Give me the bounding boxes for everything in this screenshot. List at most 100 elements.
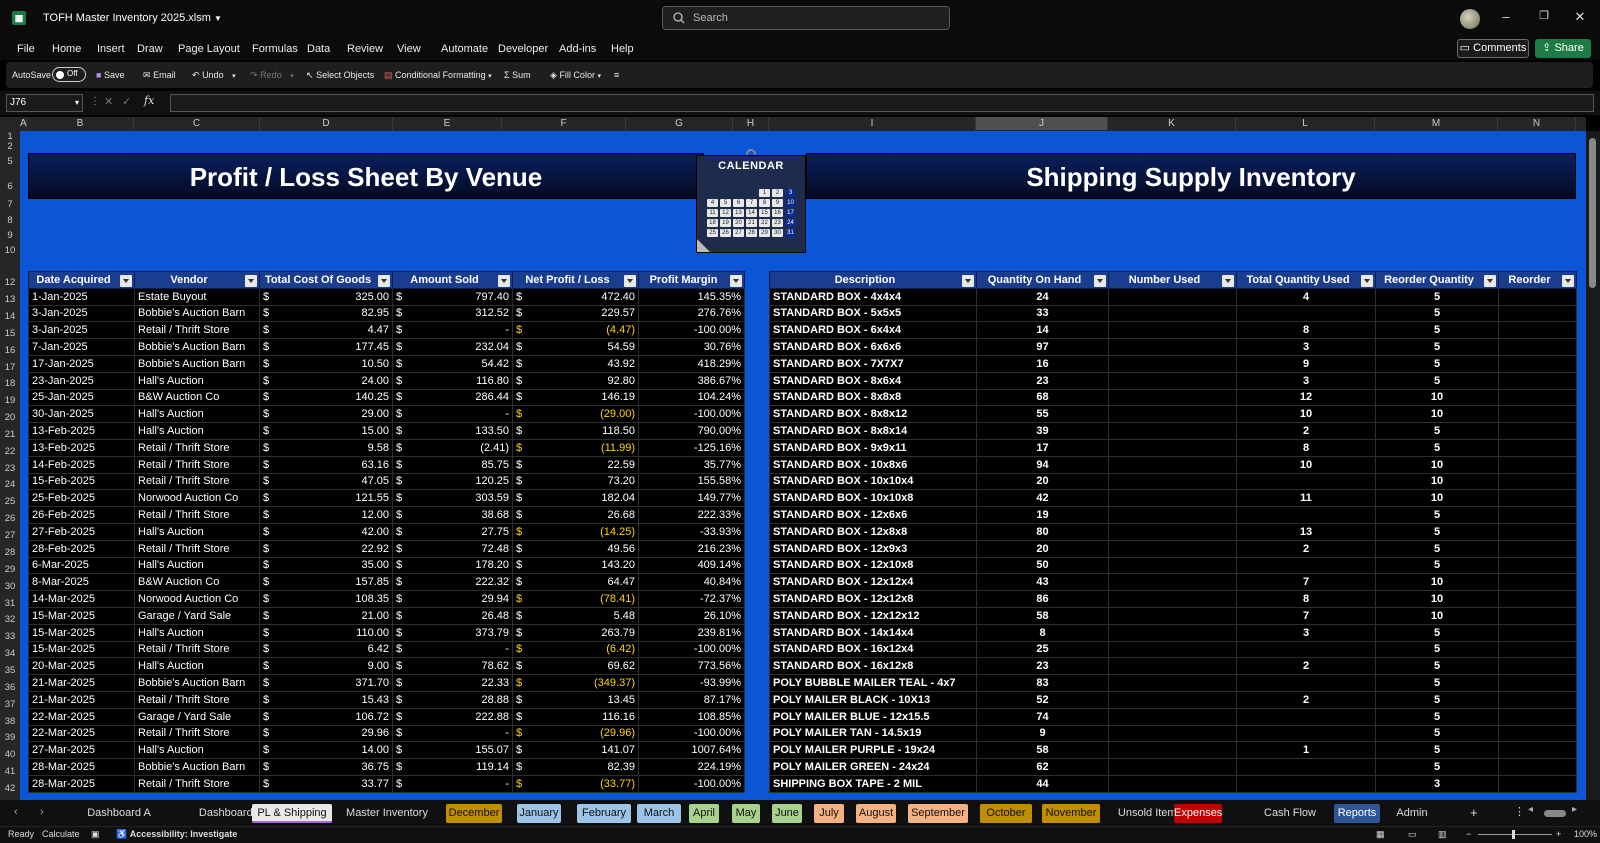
restore-button[interactable]: ❐ <box>1534 9 1554 27</box>
inv-cell[interactable]: 5 <box>1375 321 1499 340</box>
inv-cell[interactable] <box>1108 674 1237 692</box>
conditional-formatting-button[interactable]: ▤ Conditional Formatting ▾ <box>384 70 492 81</box>
inv-cell[interactable] <box>1498 573 1577 592</box>
pl-cell[interactable]: $29.94 <box>392 590 513 608</box>
inv-cell[interactable]: 5 <box>1375 707 1499 726</box>
pl-cell[interactable]: -100.00% <box>638 724 745 743</box>
pl-cell[interactable]: $263.79 <box>512 623 639 642</box>
inv-cell[interactable] <box>1498 405 1577 424</box>
inv-cell[interactable]: 10 <box>1375 573 1499 592</box>
scroll-left-icon[interactable]: ◂ <box>1528 804 1533 815</box>
pl-cell[interactable]: $5.48 <box>512 606 639 625</box>
save-button[interactable]: ■ Save <box>96 70 124 80</box>
pl-cell[interactable]: $64.47 <box>512 573 639 592</box>
pl-cell[interactable]: $472.40 <box>512 287 639 306</box>
pl-cell[interactable]: $9.00 <box>259 657 393 676</box>
row-header-31[interactable]: 31 <box>0 595 20 612</box>
inv-cell[interactable] <box>1236 640 1376 659</box>
pl-cell[interactable]: 1007.64% <box>638 741 745 760</box>
inv-cell[interactable]: STANDARD BOX - 12x10x8 <box>769 556 977 575</box>
inv-cell[interactable]: 10 <box>1375 405 1499 424</box>
pl-cell[interactable]: Hall's Auction <box>134 556 260 575</box>
inv-cell[interactable] <box>1108 455 1237 474</box>
pl-cell[interactable]: $ - <box>392 640 513 659</box>
column-header-l[interactable]: L <box>1236 117 1375 130</box>
pl-cell[interactable]: 21-Mar-2025 <box>28 674 135 692</box>
inv-cell[interactable] <box>1498 657 1577 676</box>
pl-cell[interactable]: 27-Feb-2025 <box>28 522 135 541</box>
calendar-button[interactable]: CALENDAR 1 2 3 4 5 6 7 8 9 10 11 12 13 14 15 16 17 18 19 20… <box>696 155 806 253</box>
inv-cell[interactable]: STANDARD BOX - 14x14x4 <box>769 623 977 642</box>
pl-cell[interactable]: 23-Jan-2025 <box>28 371 135 390</box>
pl-cell[interactable]: $4.47 <box>259 321 393 340</box>
pl-cell[interactable]: Retail / Thrift Store <box>134 438 260 457</box>
inv-cell[interactable]: 2 <box>1236 422 1376 440</box>
pl-cell[interactable]: $13.45 <box>512 690 639 709</box>
inv-cell[interactable]: 5 <box>1375 758 1499 776</box>
pl-cell[interactable]: $49.56 <box>512 539 639 558</box>
pl-cell[interactable]: $106.72 <box>259 707 393 726</box>
inv-cell[interactable] <box>1236 674 1376 692</box>
pl-cell[interactable]: $24.00 <box>259 371 393 390</box>
inv-cell[interactable] <box>1498 472 1577 491</box>
menu-file[interactable]: File <box>17 43 35 55</box>
pl-cell[interactable]: 30.76% <box>638 338 745 356</box>
zoom-slider[interactable] <box>1478 834 1552 835</box>
pl-cell[interactable]: Hall's Auction <box>134 422 260 440</box>
pl-cell[interactable]: $177.45 <box>259 338 393 356</box>
inv-cell[interactable]: 23 <box>976 371 1109 390</box>
filter-dropdown-icon[interactable] <box>498 275 510 287</box>
autosave-toggle[interactable]: Off <box>52 67 86 82</box>
inv-cell[interactable]: 13 <box>1236 522 1376 541</box>
enter-icon[interactable]: ✓ <box>122 95 131 108</box>
inv-cell[interactable]: 86 <box>976 590 1109 608</box>
inv-cell[interactable]: 43 <box>976 573 1109 592</box>
inv-cell[interactable]: STANDARD BOX - 9x9x11 <box>769 438 977 457</box>
sheet-tab-july[interactable]: July <box>814 804 844 823</box>
pl-cell[interactable]: -100.00% <box>638 774 745 793</box>
inv-cell[interactable]: 12 <box>1236 388 1376 407</box>
inv-cell[interactable]: 33 <box>976 304 1109 323</box>
inv-cell[interactable] <box>1108 741 1237 760</box>
calculate-status[interactable]: Calculate <box>42 829 80 839</box>
inv-cell[interactable] <box>1108 690 1237 709</box>
pl-cell[interactable]: -33.93% <box>638 522 745 541</box>
inv-cell[interactable]: 5 <box>1375 506 1499 524</box>
inv-cell[interactable]: POLY MAILER GREEN - 24x24 <box>769 758 977 776</box>
pl-cell[interactable]: Retail / Thrift Store <box>134 724 260 743</box>
inv-cell[interactable] <box>1498 304 1577 323</box>
inv-cell[interactable]: 8 <box>1236 590 1376 608</box>
pl-cell[interactable]: -72.37% <box>638 590 745 608</box>
inv-cell[interactable]: STANDARD BOX - 10x10x8 <box>769 489 977 508</box>
pl-cell[interactable]: 104.24% <box>638 388 745 407</box>
pl-cell[interactable]: $ - <box>392 405 513 424</box>
inv-cell[interactable]: STANDARD BOX - 12x12x12 <box>769 606 977 625</box>
pl-cell[interactable]: $178.20 <box>392 556 513 575</box>
sheet-tab-october[interactable]: October <box>980 804 1032 823</box>
sheet-tab-december[interactable]: December <box>446 804 502 823</box>
inv-cell[interactable] <box>1498 590 1577 608</box>
pl-cell[interactable]: $15.00 <box>259 422 393 440</box>
row-header-36[interactable]: 36 <box>0 679 20 696</box>
pl-cell[interactable]: $35.00 <box>259 556 393 575</box>
inv-cell[interactable] <box>1498 707 1577 726</box>
horizontal-scroll-thumb[interactable] <box>1544 810 1566 817</box>
pl-cell[interactable]: $108.35 <box>259 590 393 608</box>
scroll-right-icon[interactable]: ▸ <box>1572 804 1577 815</box>
inv-cell[interactable] <box>1498 623 1577 642</box>
filter-dropdown-icon[interactable] <box>624 275 636 287</box>
pl-cell[interactable]: 21-Mar-2025 <box>28 690 135 709</box>
inv-cell[interactable] <box>1108 724 1237 743</box>
inv-cell[interactable]: POLY MAILER BLACK - 10X13 <box>769 690 977 709</box>
inv-cell[interactable] <box>1498 606 1577 625</box>
inv-cell[interactable]: 5 <box>1375 287 1499 306</box>
pl-cell[interactable]: $222.88 <box>392 707 513 726</box>
inv-cell[interactable]: 10 <box>1236 405 1376 424</box>
pl-cell[interactable]: 40.84% <box>638 573 745 592</box>
pl-cell[interactable]: 14-Feb-2025 <box>28 455 135 474</box>
pl-cell[interactable]: $373.79 <box>392 623 513 642</box>
inv-cell[interactable] <box>1108 758 1237 776</box>
inv-cell[interactable]: 4 <box>1236 287 1376 306</box>
pl-cell[interactable]: 216.23% <box>638 539 745 558</box>
pl-cell[interactable]: Norwood Auction Co <box>134 590 260 608</box>
